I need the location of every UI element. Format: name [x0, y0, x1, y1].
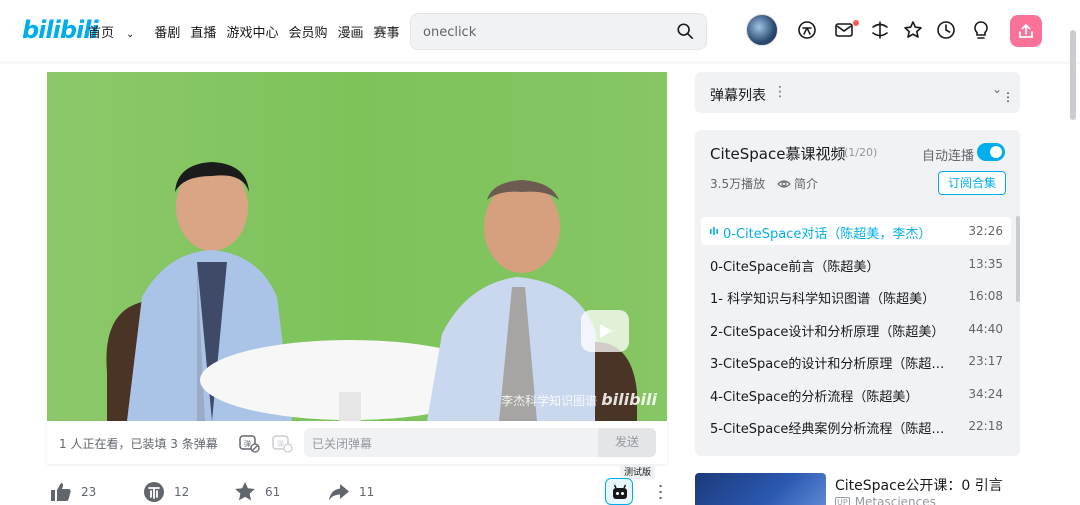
star-icon [235, 482, 255, 501]
playlist-plays: 3.5万播放 [710, 177, 766, 191]
creation-icon[interactable] [970, 19, 992, 41]
action-toolbar: 23 12 61 11 [47, 478, 667, 505]
episode-duration: 22:18 [968, 419, 1003, 433]
share-arrow-icon [329, 484, 349, 500]
episode-item[interactable]: 3-CiteSpace的设计和分析原理（陈超美） 23:17 [701, 347, 1011, 375]
upload-button[interactable] [1010, 15, 1042, 47]
episode-item[interactable]: 0-CiteSpace对话（陈超美，李杰） 32:26 [701, 217, 1011, 245]
chevron-down-icon[interactable]: ⌄ [992, 82, 1002, 96]
viewer-status: 1 人正在看，已装填 3 条弹幕 [59, 437, 218, 451]
episode-title: 2-CiteSpace设计和分析原理（陈超美） [710, 325, 945, 340]
episode-item[interactable]: 0-CiteSpace前言（陈超美） 13:35 [701, 250, 1011, 278]
episode-title: 4-CiteSpace的分析流程（陈超美） [710, 390, 919, 405]
video-thumbnail[interactable] [695, 473, 826, 505]
episode-duration: 32:26 [968, 224, 1003, 238]
episode-duration: 34:24 [968, 387, 1003, 401]
robot-icon [613, 484, 627, 499]
up-badge: UP [835, 496, 850, 505]
share-button[interactable]: 11 [327, 480, 374, 504]
nav-anime[interactable]: 番剧 [154, 22, 180, 41]
playing-icon [710, 227, 718, 235]
episode-item[interactable]: 2-CiteSpace设计和分析原理（陈超美） 44:40 [701, 315, 1011, 343]
eye-icon [777, 179, 791, 188]
collection-playlist: CiteSpace慕课视频 (1/20) 自动连播 3.5万播放 简介 订阅合集… [695, 130, 1020, 456]
bilibili-logo[interactable]: bilibili [22, 16, 99, 44]
ai-assistant-button[interactable] [605, 478, 633, 505]
top-nav: 首页 ⌄ 番剧 直播 游戏中心 会员购 漫画 赛事 [88, 22, 410, 41]
video-watermark: 李杰科学知识图谱 bilibili [501, 390, 657, 409]
episode-duration: 16:08 [968, 289, 1003, 303]
message-icon[interactable] [833, 19, 855, 41]
big-member-icon[interactable] [796, 19, 818, 41]
episode-duration: 13:35 [968, 257, 1003, 271]
episode-title: 0-CiteSpace对话（陈超美，李杰） [723, 227, 932, 242]
danmaku-toggle-icon[interactable]: 弹 [238, 432, 260, 454]
avatar[interactable] [746, 14, 778, 46]
episode-duration: 44:40 [968, 322, 1003, 336]
upload-icon [1019, 24, 1033, 38]
episode-item[interactable]: 5-CiteSpace经典案例分析流程（陈超美） 22:18 [701, 412, 1011, 440]
play-badge [581, 310, 629, 352]
dynamic-icon[interactable] [869, 19, 891, 41]
playlist-scrollbar[interactable] [1016, 216, 1020, 302]
search-icon[interactable] [676, 22, 694, 40]
autoplay-toggle[interactable] [977, 143, 1005, 161]
history-icon[interactable] [935, 19, 957, 41]
recommended-video[interactable]: CiteSpace公开课：0 引言 UP Metasciences [695, 473, 1080, 505]
chevron-down-icon: ⌄ [126, 29, 135, 40]
episode-duration: 23:17 [968, 354, 1003, 368]
nav-member-shop[interactable]: 会员购 [288, 22, 327, 41]
episode-title: 3-CiteSpace的设计和分析原理（陈超美） [710, 357, 955, 372]
like-button[interactable]: 23 [49, 480, 96, 504]
nav-esports[interactable]: 赛事 [373, 22, 399, 41]
danmaku-list-header[interactable]: 弹幕列表 ⋮ ⌄ ⋮ [695, 72, 1020, 113]
uploader-info[interactable]: UP Metasciences [835, 495, 936, 505]
danmaku-input[interactable]: 已关闭弹幕 发送 [304, 428, 656, 457]
playlist-title[interactable]: CiteSpace慕课视频 [710, 143, 845, 164]
episode-item[interactable]: 4-CiteSpace的分析流程（陈超美） 34:24 [701, 380, 1011, 408]
nav-live[interactable]: 直播 [190, 22, 216, 41]
top-header: bilibili 首页 ⌄ 番剧 直播 游戏中心 会员购 漫画 赛事 [0, 0, 1080, 62]
intro-link[interactable]: 简介 [777, 175, 818, 192]
danmaku-list-menu-icon[interactable]: ⋮ [773, 84, 787, 100]
search-input[interactable] [423, 22, 663, 42]
nav-home[interactable]: 首页 ⌄ [88, 22, 144, 41]
danmaku-bar: 1 人正在看，已装填 3 条弹幕 弹 弹 已关闭弹幕 发送 [47, 421, 667, 464]
test-version-badge: 测试版 [620, 464, 656, 479]
coin-icon [144, 482, 164, 502]
favorite-button[interactable]: 61 [233, 480, 280, 504]
danmaku-list-title: 弹幕列表 [710, 88, 766, 104]
play-icon [600, 324, 612, 338]
episode-title: 5-CiteSpace经典案例分析流程（陈超美） [710, 422, 955, 437]
video-player[interactable]: 李杰科学知识图谱 bilibili [47, 72, 667, 421]
panel-more-icon[interactable]: ⋮ [1002, 90, 1014, 104]
coin-button[interactable]: 12 [142, 480, 189, 504]
episode-title: 0-CiteSpace前言（陈超美） [710, 260, 880, 275]
thumbs-up-icon [51, 483, 71, 501]
more-options-icon[interactable]: ⋯ [650, 483, 671, 497]
notification-dot [853, 20, 859, 26]
svg-text:弹: 弹 [277, 439, 284, 448]
favorite-icon[interactable] [902, 19, 924, 41]
autoplay-label: 自动连播 [922, 149, 975, 164]
nav-game-center[interactable]: 游戏中心 [226, 22, 278, 41]
danmaku-settings-icon[interactable]: 弹 [271, 432, 293, 454]
send-button[interactable]: 发送 [598, 428, 656, 457]
nav-manga[interactable]: 漫画 [337, 22, 363, 41]
subscribe-collection-button[interactable]: 订阅合集 [938, 171, 1006, 195]
search-box [410, 13, 707, 50]
playlist-count: (1/20) [844, 146, 878, 159]
page-scrollbar[interactable] [1070, 30, 1076, 120]
episode-title: 1- 科学知识与科学知识图谱（陈超美） [710, 292, 936, 307]
svg-text:弹: 弹 [244, 439, 251, 448]
video-frame [106, 162, 637, 421]
episode-item[interactable]: 1- 科学知识与科学知识图谱（陈超美） 16:08 [701, 282, 1011, 310]
recommended-title[interactable]: CiteSpace公开课：0 引言 [835, 475, 1003, 495]
